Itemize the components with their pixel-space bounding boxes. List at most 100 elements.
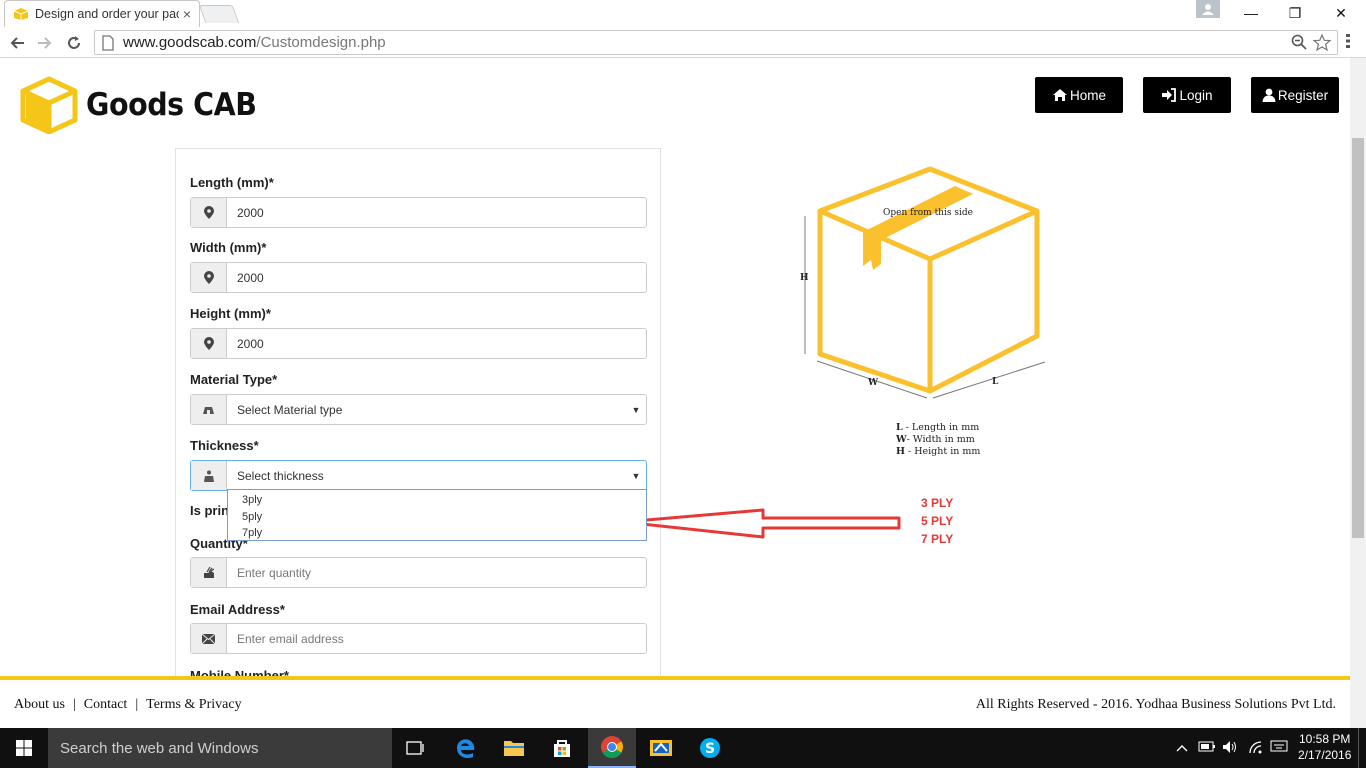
- length-input[interactable]: 2000: [227, 198, 646, 227]
- material-label: Material Type*: [190, 372, 278, 387]
- restore-button[interactable]: ❐: [1272, 2, 1318, 24]
- thickness-dropdown-list[interactable]: 3ply 5ply 7ply: [227, 489, 647, 541]
- legend-l-key: L: [896, 422, 903, 433]
- box-logo-icon: [20, 76, 78, 134]
- home-button[interactable]: Home: [1035, 77, 1123, 113]
- browser-tab[interactable]: Design and order your pac ×: [4, 0, 200, 27]
- clock-date: 2/17/2016: [1298, 748, 1352, 762]
- browser-toolbar: www.goodscab.com/Customdesign.php: [0, 28, 1366, 58]
- tab-title: Design and order your pac: [35, 7, 179, 21]
- thickness-selected: Select thickness: [237, 468, 324, 483]
- app-icon[interactable]: [637, 728, 685, 768]
- footer-copyright: All Rights Reserved - 2016. Yodhaa Busin…: [975, 697, 1336, 712]
- home-label: Home: [1069, 87, 1106, 103]
- printing-label: Is prin: [190, 503, 230, 518]
- height-label: Height (mm)*: [190, 306, 271, 321]
- legend-length: - Length in mm: [902, 422, 980, 433]
- zoom-icon[interactable]: [1291, 34, 1307, 55]
- login-icon: [1162, 88, 1177, 102]
- task-view-icon[interactable]: [392, 728, 440, 768]
- footer-contact-link[interactable]: Contact: [84, 697, 128, 713]
- svg-text:S: S: [705, 741, 715, 757]
- wifi-icon[interactable]: [1248, 740, 1264, 757]
- map-marker-icon: [191, 263, 227, 292]
- thickness-select[interactable]: Select thickness ▼: [190, 460, 647, 491]
- quantity-field[interactable]: Enter quantity: [190, 557, 647, 588]
- web-page: Goods CAB Home Login Register Length (mm…: [0, 58, 1350, 678]
- windows-start-icon[interactable]: [0, 728, 48, 768]
- system-clock[interactable]: 10:58 PM 2/17/2016: [1298, 731, 1351, 763]
- footer-about-link[interactable]: About us: [14, 697, 65, 713]
- address-bar[interactable]: www.goodscab.com/Customdesign.php: [94, 30, 1338, 55]
- tray-chevron-icon[interactable]: [1176, 740, 1188, 755]
- footer-terms-link[interactable]: Terms & Privacy: [146, 697, 241, 713]
- user-icon: [1262, 88, 1276, 102]
- height-axis-label: H: [800, 273, 809, 283]
- width-field[interactable]: 2000: [190, 262, 647, 293]
- layers-icon: [191, 461, 227, 490]
- forward-arrow-icon[interactable]: [34, 32, 56, 54]
- reload-icon[interactable]: [63, 32, 85, 54]
- annotation-7ply: 7 PLY: [921, 532, 954, 546]
- thickness-option-7ply[interactable]: 7ply: [228, 525, 646, 542]
- quantity-input[interactable]: Enter quantity: [227, 558, 646, 587]
- url-path: /Customdesign.php: [256, 34, 386, 51]
- thickness-option-3ply[interactable]: 3ply: [228, 492, 646, 509]
- home-icon: [1052, 89, 1067, 101]
- volume-icon[interactable]: [1222, 740, 1238, 757]
- material-selected: Select Material type: [237, 402, 343, 417]
- chrome-menu-icon[interactable]: [1346, 33, 1350, 54]
- show-desktop-button[interactable]: [1358, 728, 1366, 768]
- taskbar-search-box[interactable]: Search the web and Windows: [48, 728, 392, 768]
- site-footer: About us | Contact | Terms & Privacy All…: [0, 680, 1350, 728]
- annotation-5ply: 5 PLY: [921, 514, 954, 528]
- new-tab-button[interactable]: [198, 5, 240, 23]
- dimension-legend: L - Length in mm W- Width in mm H - Heig…: [896, 422, 980, 458]
- page-scrollbar[interactable]: [1350, 58, 1366, 728]
- length-axis-label: L: [992, 377, 999, 387]
- width-input[interactable]: 2000: [227, 263, 646, 292]
- email-input[interactable]: Enter email address: [227, 624, 646, 653]
- register-button[interactable]: Register: [1251, 77, 1339, 113]
- store-icon[interactable]: [538, 728, 586, 768]
- material-select[interactable]: Select Material type ▼: [190, 394, 647, 425]
- browser-tab-strip: Design and order your pac × — ❐ ✕: [0, 0, 1366, 28]
- length-field[interactable]: 2000: [190, 197, 647, 228]
- height-field[interactable]: 2000: [190, 328, 647, 359]
- envelope-icon: [191, 624, 227, 653]
- scrollbar-thumb[interactable]: [1352, 138, 1364, 538]
- legend-w-key: W: [896, 434, 907, 445]
- footer-separator: |: [72, 697, 76, 712]
- edge-browser-icon[interactable]: [442, 728, 490, 768]
- box-favicon-icon: [13, 8, 29, 20]
- keyboard-icon[interactable]: [1270, 740, 1288, 757]
- skype-icon[interactable]: S: [686, 728, 734, 768]
- chrome-icon[interactable]: [588, 728, 636, 768]
- login-button[interactable]: Login: [1143, 77, 1231, 113]
- site-logo[interactable]: Goods CAB: [20, 76, 271, 134]
- box-dimension-diagram: [804, 166, 1046, 399]
- register-label: Register: [1277, 87, 1329, 103]
- annotation-arrow-icon: [621, 508, 901, 539]
- annotation-3ply: 3 PLY: [921, 496, 954, 510]
- battery-icon[interactable]: [1198, 740, 1216, 755]
- thickness-option-5ply[interactable]: 5ply: [228, 509, 646, 526]
- minimize-button[interactable]: —: [1228, 2, 1274, 24]
- legend-height: - Height in mm: [904, 446, 981, 457]
- map-marker-icon: [191, 329, 227, 358]
- login-label: Login: [1179, 87, 1213, 103]
- file-explorer-icon[interactable]: [490, 728, 538, 768]
- map-marker-icon: [191, 198, 227, 227]
- back-arrow-icon[interactable]: [6, 32, 28, 54]
- caret-down-icon: ▼: [631, 470, 641, 481]
- bookmark-star-icon[interactable]: [1312, 33, 1332, 56]
- height-input[interactable]: 2000: [227, 329, 646, 358]
- width-axis-label: W: [868, 378, 879, 388]
- length-label: Length (mm)*: [190, 175, 274, 190]
- email-field[interactable]: Enter email address: [190, 623, 647, 654]
- legend-h-key: H: [896, 446, 905, 457]
- email-label: Email Address*: [190, 602, 285, 617]
- tab-close-icon[interactable]: ×: [183, 6, 191, 22]
- profile-icon[interactable]: [1196, 0, 1220, 18]
- close-window-button[interactable]: ✕: [1318, 2, 1364, 24]
